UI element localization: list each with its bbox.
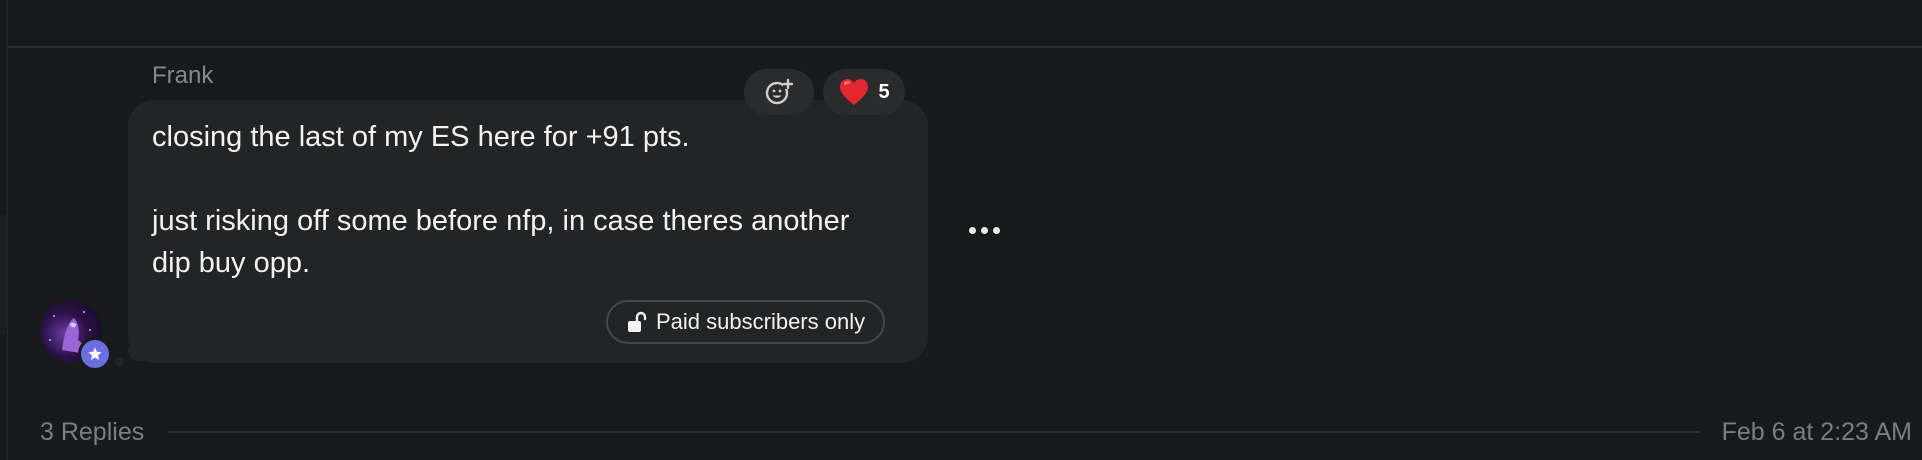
ellipsis-dot [980,226,988,234]
add-emoji-icon [765,78,794,105]
paid-subscribers-badge[interactable]: Paid subscribers only [606,300,886,344]
footer-divider [168,431,1700,433]
message-footer: 3 Replies Feb 6 at 2:23 AM [40,417,1912,447]
message-line: dip buy opp. [152,247,311,279]
add-reaction-button[interactable] [744,69,814,115]
left-border-accent [0,215,7,335]
message-bubble[interactable]: closing the last of my ES here for +91 p… [128,100,928,363]
more-options-button[interactable] [962,215,1006,245]
heart-count: 5 [878,80,890,103]
bubble-tail-small [115,357,124,366]
paid-badge-label: Paid subscribers only [656,309,866,334]
message-line: ​ [152,158,912,200]
unlock-icon [626,310,648,334]
ellipsis-dot [992,226,1000,234]
message-line: closing the last of my ES here for +91 p… [152,121,690,153]
heart-reaction-button[interactable]: 5 [823,69,905,115]
replies-link[interactable]: 3 Replies [40,418,144,447]
message-text: closing the last of my ES here for +91 p… [152,116,912,284]
message-line: just risking off some before nfp, in cas… [152,205,850,237]
left-border [7,0,8,460]
chat-page: Frank closing the last of my ES here for… [0,0,1922,460]
timestamp: Feb 6 at 2:23 AM [1721,417,1912,446]
author-name[interactable]: Frank [152,62,213,90]
star-icon [88,347,102,360]
ellipsis-dot [968,226,976,234]
subscriber-star-badge [78,337,112,371]
message-divider [8,46,1922,48]
heart-icon [840,79,869,105]
